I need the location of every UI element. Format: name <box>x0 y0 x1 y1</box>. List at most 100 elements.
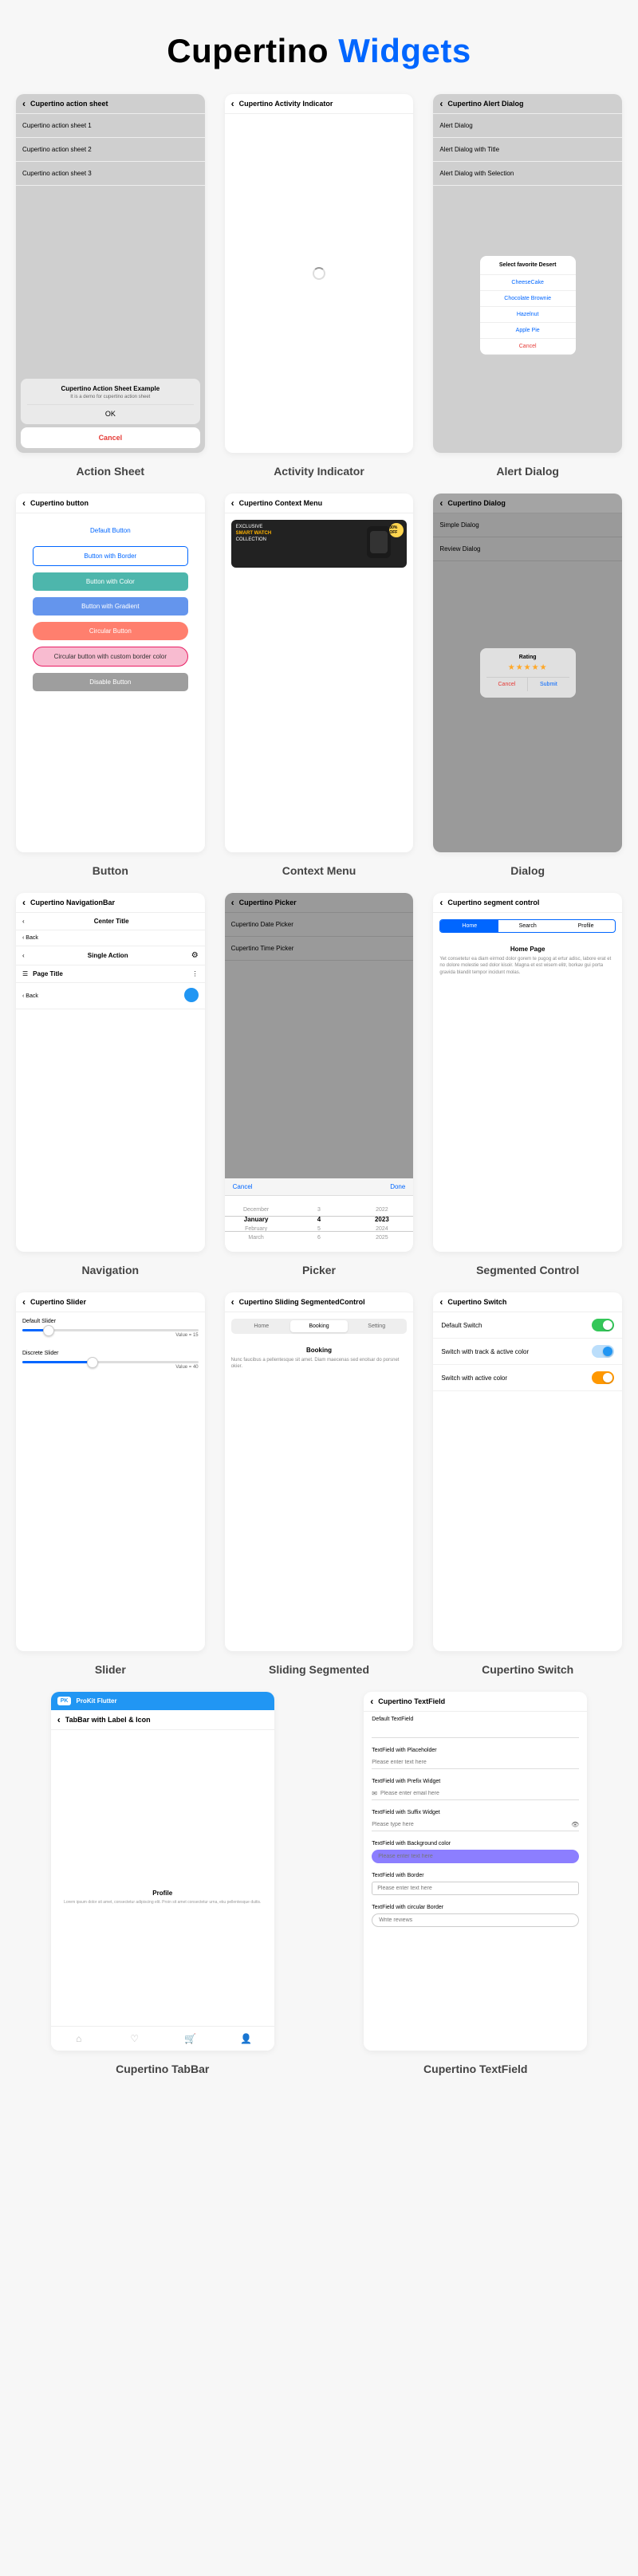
back-icon[interactable]: ‹ <box>231 498 234 508</box>
cancel-button[interactable]: Cancel <box>21 427 200 448</box>
eye-icon[interactable]: 👁 <box>571 1821 579 1828</box>
tab-profile[interactable]: Profile <box>557 920 615 932</box>
gradient-button[interactable]: Button with Gradient <box>33 597 188 615</box>
card-label: Cupertino TextField <box>423 2063 527 2075</box>
active-color-switch[interactable] <box>592 1371 614 1384</box>
nav-bar: ‹ Single Action ⚙ <box>16 946 205 966</box>
tab-booking[interactable]: Booking <box>290 1320 348 1332</box>
card-label: Slider <box>95 1663 126 1676</box>
switch-card: ‹ Cupertino Switch Default Switch Switch… <box>433 1292 622 1651</box>
nav-bar: ‹ Back <box>16 930 205 946</box>
cancel-option[interactable]: Cancel <box>480 339 576 355</box>
picker-cancel[interactable]: Cancel <box>233 1183 253 1190</box>
back-icon[interactable]: ‹ <box>231 99 234 108</box>
list-item[interactable]: Cupertino Time Picker <box>225 937 414 961</box>
back-icon[interactable]: ‹ <box>231 898 234 907</box>
back-icon[interactable]: ‹ <box>439 898 443 907</box>
topbar: ‹ Cupertino Switch <box>433 1292 622 1312</box>
option[interactable]: Hazelnut <box>480 307 576 323</box>
list-item[interactable]: Review Dialog <box>433 537 622 561</box>
tab-home[interactable]: Home <box>440 920 498 932</box>
topbar: ‹ Cupertino segment control <box>433 893 622 913</box>
topbar: ‹ Cupertino button <box>16 494 205 513</box>
list-item[interactable]: Alert Dialog with Title <box>433 138 622 162</box>
topbar: ‹ Cupertino Activity Indicator <box>225 94 414 114</box>
prefix-textfield[interactable] <box>380 1791 579 1796</box>
bg-textfield[interactable] <box>372 1850 579 1863</box>
month-wheel[interactable]: December January February March <box>225 1196 288 1252</box>
placeholder-textfield[interactable] <box>372 1756 579 1769</box>
list-item[interactable]: Cupertino action sheet 3 <box>16 162 205 186</box>
circular-button[interactable]: Circular Button <box>33 622 188 640</box>
back-icon[interactable]: ‹ <box>231 1297 234 1307</box>
border-textfield[interactable] <box>372 1882 579 1895</box>
product-banner[interactable]: EXCLUSIVE SMART WATCH COLLECTION 30% OFF <box>231 520 408 568</box>
list-item[interactable]: Cupertino Date Picker <box>225 913 414 937</box>
tab-bar[interactable]: ⌂ ♡ 🛒 👤 <box>51 2026 274 2051</box>
nav-bar: ‹ Center Title <box>16 913 205 930</box>
back-icon[interactable]: ‹ <box>22 898 26 907</box>
option[interactable]: Apple Pie <box>480 323 576 339</box>
menu-icon[interactable]: ☰ <box>22 970 28 977</box>
card-label: Context Menu <box>282 864 356 877</box>
list-item[interactable]: Alert Dialog <box>433 114 622 138</box>
list-item[interactable]: Alert Dialog with Selection <box>433 162 622 186</box>
card-label: Activity Indicator <box>274 465 364 478</box>
option[interactable]: CheeseCake <box>480 275 576 291</box>
tab-setting[interactable]: Setting <box>348 1320 405 1332</box>
card-label: Dialog <box>510 864 545 877</box>
page-title: Cupertino Widgets <box>16 32 622 70</box>
star-rating[interactable]: ★★★★★ <box>486 663 569 672</box>
submit-button[interactable]: Submit <box>527 678 569 691</box>
circular-border-button[interactable]: Circular button with custom border color <box>33 647 188 667</box>
more-icon[interactable]: ⋮ <box>192 970 199 977</box>
user-icon[interactable]: 👤 <box>219 2027 274 2051</box>
segmented-control[interactable]: Home Search Profile <box>439 919 616 933</box>
dialog-card: ‹ Cupertino Dialog Simple Dialog Review … <box>433 494 622 852</box>
discrete-slider[interactable] <box>22 1361 199 1363</box>
profile-heading: Profile <box>63 1890 262 1897</box>
suffix-textfield[interactable] <box>372 1822 568 1827</box>
back-icon[interactable]: ‹ <box>22 99 26 108</box>
date-picker[interactable]: Cancel Done December January February Ma… <box>225 1178 414 1252</box>
disable-button: Disable Button <box>33 673 188 691</box>
ok-button[interactable]: OK <box>27 404 194 418</box>
back-icon[interactable]: ‹ <box>439 99 443 108</box>
back-link[interactable]: ‹ Back <box>22 935 38 941</box>
default-slider[interactable] <box>22 1329 199 1331</box>
back-icon[interactable]: ‹ <box>439 1297 443 1307</box>
default-button[interactable]: Default Button <box>33 521 188 540</box>
cancel-button[interactable]: Cancel <box>486 678 528 691</box>
track-color-switch[interactable] <box>592 1345 614 1358</box>
day-wheel[interactable]: 3 4 5 6 <box>288 1196 351 1252</box>
border-button[interactable]: Button with Border <box>33 546 188 566</box>
tab-search[interactable]: Search <box>498 920 557 932</box>
cart-icon[interactable]: 🛒 <box>163 2027 219 2051</box>
rating-dialog: Rating ★★★★★ Cancel Submit <box>480 648 576 698</box>
action-sheet-popup: Cupertino Action Sheet Example It is a d… <box>21 379 200 424</box>
back-link[interactable]: ‹ Back <box>22 993 38 999</box>
default-switch[interactable] <box>592 1319 614 1331</box>
home-icon[interactable]: ⌂ <box>51 2027 107 2051</box>
circular-textfield[interactable] <box>372 1913 579 1927</box>
sliding-segmented-control[interactable]: Home Booking Setting <box>231 1319 408 1334</box>
list-item[interactable]: Simple Dialog <box>433 513 622 537</box>
tab-home[interactable]: Home <box>233 1320 290 1332</box>
list-item[interactable]: Cupertino action sheet 1 <box>16 114 205 138</box>
picker-done[interactable]: Done <box>390 1183 405 1190</box>
card-label: Alert Dialog <box>496 465 559 478</box>
back-icon[interactable]: ‹ <box>22 1297 26 1307</box>
gear-icon[interactable]: ⚙ <box>191 951 199 960</box>
year-wheel[interactable]: 2022 2023 2024 2025 <box>350 1196 413 1252</box>
heart-icon[interactable]: ♡ <box>107 2027 163 2051</box>
action-dot[interactable] <box>184 988 199 1002</box>
back-icon[interactable]: ‹ <box>439 498 443 508</box>
default-textfield[interactable] <box>372 1725 579 1738</box>
color-button[interactable]: Button with Color <box>33 572 188 591</box>
list-item[interactable]: Cupertino action sheet 2 <box>16 138 205 162</box>
back-icon[interactable]: ‹ <box>22 498 26 508</box>
card-label: Cupertino Switch <box>482 1663 573 1676</box>
back-icon[interactable]: ‹ <box>57 1715 61 1725</box>
back-icon[interactable]: ‹ <box>370 1697 373 1706</box>
option[interactable]: Chocolate Brownie <box>480 291 576 307</box>
